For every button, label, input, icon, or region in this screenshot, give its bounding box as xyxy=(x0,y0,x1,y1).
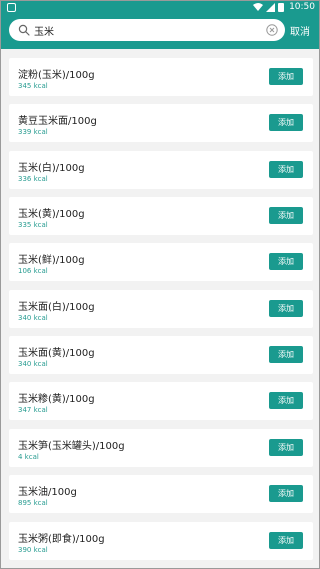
search-input[interactable]: 玉米 xyxy=(34,23,54,38)
add-button[interactable]: 添加 xyxy=(269,253,303,270)
food-kcal: 345 kcal xyxy=(18,82,48,90)
list-item: 淀粉(玉米)/100g 345 kcal 添加 xyxy=(9,58,313,96)
food-kcal: 339 kcal xyxy=(18,128,48,136)
search-icon xyxy=(18,24,30,36)
food-name: 淀粉(玉米)/100g xyxy=(18,70,95,81)
add-button[interactable]: 添加 xyxy=(269,68,303,85)
food-name: 玉米糁(黄)/100g xyxy=(18,394,95,405)
cancel-button[interactable]: 取消 xyxy=(290,23,310,38)
food-name: 玉米面(黄)/100g xyxy=(18,348,95,359)
status-icons: 10:50 xyxy=(253,2,315,12)
add-button[interactable]: 添加 xyxy=(269,300,303,317)
add-button[interactable]: 添加 xyxy=(269,392,303,409)
food-name: 玉米面(白)/100g xyxy=(18,302,95,313)
clear-icon[interactable] xyxy=(266,24,278,36)
add-button[interactable]: 添加 xyxy=(269,114,303,131)
add-button[interactable]: 添加 xyxy=(269,439,303,456)
list-item: 玉米面(白)/100g 340 kcal 添加 xyxy=(9,290,313,328)
battery-icon xyxy=(278,2,285,12)
food-kcal: 4 kcal xyxy=(18,453,39,461)
list-item: 玉米粥(即食)/100g 390 kcal 添加 xyxy=(9,522,313,560)
food-name: 玉米油/100g xyxy=(18,487,77,498)
list-item: 玉米笋(玉米罐头)/100g 4 kcal 添加 xyxy=(9,429,313,467)
search-bar[interactable]: 玉米 xyxy=(9,19,285,41)
food-kcal: 895 kcal xyxy=(18,499,48,507)
status-bar: 10:50 xyxy=(1,1,319,15)
add-button[interactable]: 添加 xyxy=(269,207,303,224)
list-item: 玉米(鲜)/100g 106 kcal 添加 xyxy=(9,243,313,281)
signal-icon xyxy=(266,2,276,12)
food-kcal: 335 kcal xyxy=(18,221,48,229)
food-kcal: 390 kcal xyxy=(18,546,48,554)
food-name: 黄豆玉米面/100g xyxy=(18,116,97,127)
list-item: 玉米(白)/100g 336 kcal 添加 xyxy=(9,151,313,189)
food-name: 玉米笋(玉米罐头)/100g xyxy=(18,441,125,452)
food-kcal: 336 kcal xyxy=(18,175,48,183)
app-notification-icon xyxy=(7,3,16,12)
food-name: 玉米(白)/100g xyxy=(18,163,85,174)
food-kcal: 340 kcal xyxy=(18,314,48,322)
header: 10:50 玉米 取消 xyxy=(1,1,319,49)
wifi-icon xyxy=(253,2,264,11)
add-button[interactable]: 添加 xyxy=(269,346,303,363)
add-button[interactable]: 添加 xyxy=(269,532,303,549)
food-kcal: 340 kcal xyxy=(18,360,48,368)
add-button[interactable]: 添加 xyxy=(269,485,303,502)
food-name: 玉米粥(即食)/100g xyxy=(18,534,105,545)
food-kcal: 106 kcal xyxy=(18,267,48,275)
list-item: 玉米面(黄)/100g 340 kcal 添加 xyxy=(9,336,313,374)
list-item: 黄豆玉米面/100g 339 kcal 添加 xyxy=(9,104,313,142)
add-button[interactable]: 添加 xyxy=(269,161,303,178)
clock: 10:50 xyxy=(289,2,315,12)
food-kcal: 347 kcal xyxy=(18,406,48,414)
food-name: 玉米(黄)/100g xyxy=(18,209,85,220)
food-name: 玉米(鲜)/100g xyxy=(18,255,85,266)
list-item: 玉米糁(黄)/100g 347 kcal 添加 xyxy=(9,382,313,420)
list-item: 玉米油/100g 895 kcal 添加 xyxy=(9,475,313,513)
app-frame: 10:50 玉米 取消 淀粉(玉米)/100g 345 kcal 添加 黄豆玉米… xyxy=(0,0,320,569)
list-item: 玉米(黄)/100g 335 kcal 添加 xyxy=(9,197,313,235)
